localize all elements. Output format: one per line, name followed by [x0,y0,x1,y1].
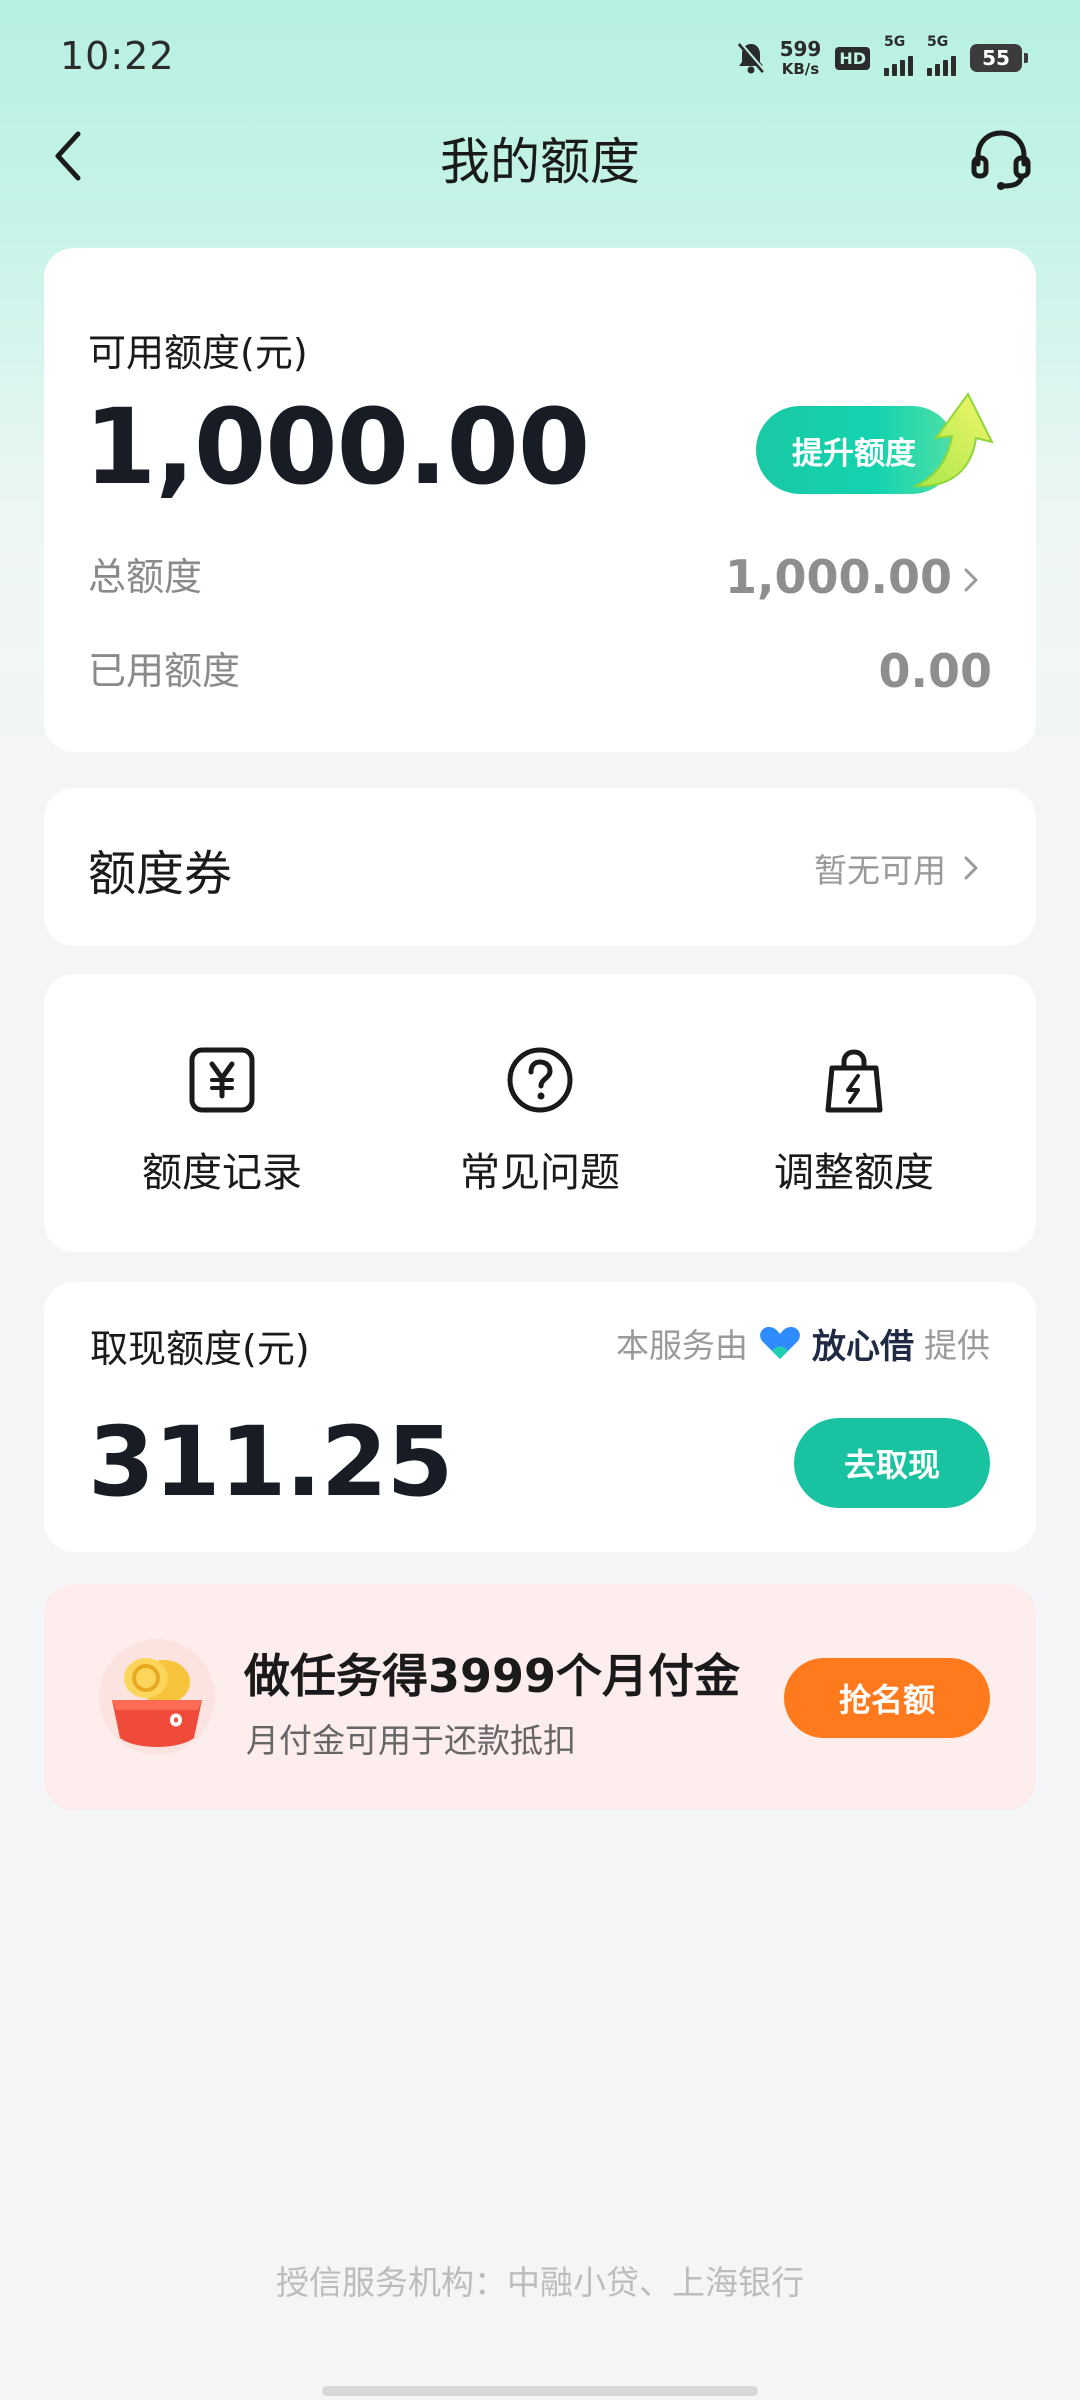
heart-logo-icon [760,1327,800,1359]
service-provider: 本服务由 放心借 提供 [616,1318,990,1368]
chevron-right-icon[interactable] [960,560,984,600]
withdraw-button[interactable]: 去取现 [794,1418,990,1508]
cash-quota-card: 取现额度(元) 本服务由 放心借 提供 311.25 去取现 [44,1282,1036,1552]
hd-badge: HD [835,46,870,70]
shortcut-label: 常见问题 [460,1150,620,1196]
promo-title: 做任务得3999个月付金 [244,1649,741,1703]
customer-service-headset-icon[interactable] [966,124,1036,194]
cash-quota-label: 取现额度(元) [90,1327,310,1371]
raise-quota-button[interactable]: 提升额度 [756,392,996,496]
shortcut-label: 额度记录 [142,1150,302,1196]
used-quota-value: 0.00 [878,644,993,698]
home-indicator[interactable] [322,2386,758,2396]
network-speed-value: 599 [779,37,822,61]
chevron-right-icon [964,856,978,880]
shortcut-faq[interactable]: 常见问题 [390,1044,690,1198]
signal-label-2: 5G [927,34,949,50]
network-speed-unit: KB/s [781,60,820,78]
provider-prefix: 本服务由 [616,1326,748,1365]
quota-coupon-status: 暂无可用 [814,851,946,890]
signal-icon: 5G [884,34,913,76]
network-speed: 599 KB/s [780,39,822,77]
question-circle-icon [507,1047,573,1113]
quota-coupon-title: 额度券 [88,846,233,902]
up-arrow-icon [912,392,994,488]
shortcut-adjust-quota[interactable]: 调整额度 [704,1044,1004,1198]
signal-icon-2: 5G [927,34,956,76]
promo-subtitle: 月付金可用于还款抵扣 [246,1721,576,1760]
shortcut-card: 额度记录 常见问题 调整额度 [44,974,1036,1252]
footer-note: 授信服务机构：中融小贷、上海银行 [276,2263,804,2302]
shortcut-quota-record[interactable]: 额度记录 [72,1044,372,1198]
total-quota-value[interactable]: 1,000.00 [725,550,952,604]
signal-label: 5G [884,34,906,50]
nav-bar: 我的额度 [0,110,1080,202]
total-quota-label: 总额度 [88,555,203,599]
battery-icon: 55 [970,44,1028,72]
page-title: 我的额度 [440,133,640,191]
status-icons: 599 KB/s HD 5G 5G 55 [736,34,1028,80]
mute-bell-icon [737,42,766,74]
available-quota-label: 可用额度(元) [88,331,308,375]
promo-banner[interactable]: 做任务得3999个月付金 月付金可用于还款抵扣 抢名额 [44,1584,1036,1810]
status-time: 10:22 [60,34,175,78]
cash-quota-amount: 311.25 [88,1406,453,1518]
battery-level: 55 [982,46,1010,70]
coin-pouch-icon [99,1639,215,1755]
quota-coupon-card[interactable]: 额度券 暂无可用 [44,788,1036,946]
provider-brand: 放心借 [812,1326,914,1367]
shopping-bag-bolt-icon [825,1049,883,1113]
available-quota-amount: 1,000.00 [84,386,590,508]
used-quota-label: 已用额度 [88,649,241,693]
shortcut-label: 调整额度 [774,1150,934,1196]
yen-receipt-icon [189,1047,255,1113]
quota-card: 可用额度(元) 1,000.00 提升额度 总额度 1,000.00 已用额度 … [44,248,1036,752]
status-bar: 10:22 599 KB/s HD 5G 5G 55 [0,0,1080,120]
provider-suffix: 提供 [924,1326,990,1365]
grab-slot-button[interactable]: 抢名额 [784,1658,990,1738]
